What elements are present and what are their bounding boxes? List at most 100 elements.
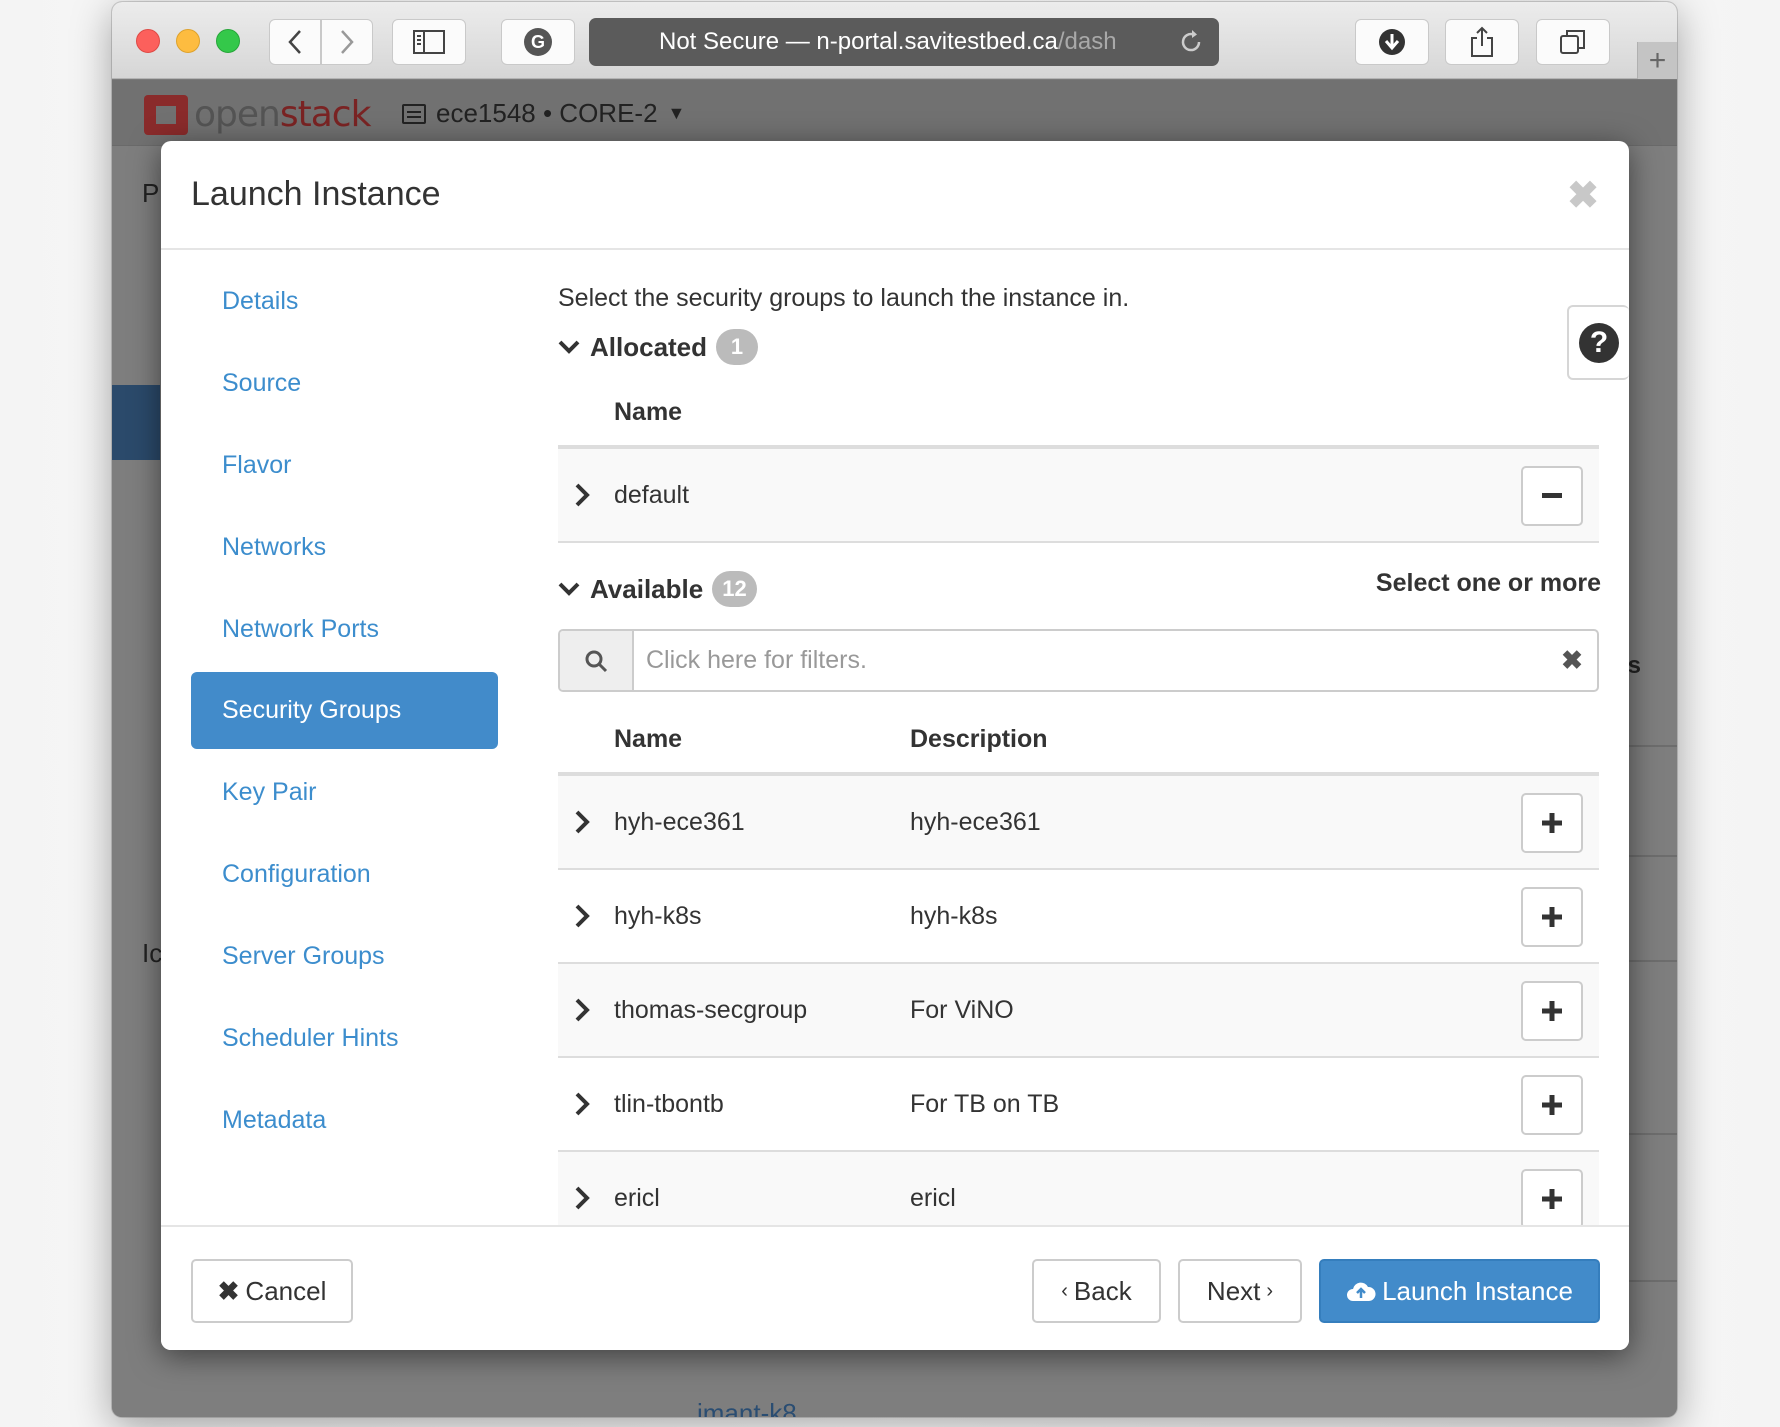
modal-header: Launch Instance ✖ [161, 141, 1629, 250]
sidebar-icon [413, 30, 445, 54]
add-button[interactable] [1521, 981, 1583, 1041]
cancel-label: Cancel [245, 1275, 327, 1306]
share-button[interactable] [1445, 19, 1519, 65]
row-name: ericl [614, 1183, 660, 1212]
chevron-right-icon[interactable] [574, 1185, 590, 1211]
row-name: hyh-ece361 [614, 807, 745, 836]
wizard-step-source[interactable]: Source [191, 345, 498, 422]
next-button[interactable]: Next › [1178, 1259, 1302, 1323]
available-label: Available [590, 573, 704, 604]
allocated-col-name: Name [614, 398, 683, 426]
chevron-left-icon [288, 30, 301, 54]
download-icon [1379, 29, 1405, 55]
forward-nav-button[interactable] [321, 19, 373, 65]
remove-button[interactable] [1521, 466, 1583, 526]
launch-instance-button[interactable]: Launch Instance [1319, 1259, 1600, 1323]
row-name: thomas-secgroup [614, 995, 808, 1024]
wizard-step-scheduler-hints[interactable]: Scheduler Hints [191, 1000, 498, 1077]
security-label: Not Secure — [659, 28, 810, 55]
available-count-badge: 12 [712, 571, 757, 607]
wizard-step-details[interactable]: Details [191, 263, 498, 340]
back-button[interactable]: ‹ Back [1032, 1259, 1161, 1323]
wizard-step-network-ports[interactable]: Network Ports [191, 591, 498, 668]
project-list-icon [402, 103, 426, 124]
allocated-section-toggle[interactable]: Allocated 1 [558, 329, 759, 365]
add-button[interactable] [1521, 887, 1583, 947]
logo-text-suffix: stack [279, 94, 372, 135]
grammarly-icon: G [524, 28, 552, 56]
chevron-right-icon[interactable] [574, 809, 590, 835]
background-page-title: P [142, 178, 160, 208]
wizard-step-server-groups[interactable]: Server Groups [191, 918, 498, 995]
available-col-name: Name [614, 725, 683, 753]
chevron-right-icon[interactable] [574, 482, 590, 508]
address-bar[interactable]: Not Secure — n-portal.savitestbed.ca/das… [589, 18, 1219, 66]
wizard-step-security-groups[interactable]: Security Groups [191, 672, 498, 750]
wizard-step-key-pair[interactable]: Key Pair [191, 754, 498, 831]
address-path: /dash [1057, 28, 1117, 55]
address-host: n-portal.savitestbed.ca [816, 28, 1058, 55]
chevron-down-icon [558, 582, 580, 596]
security-groups-panel: Select the security groups to launch the… [558, 251, 1601, 1250]
background-instance-link[interactable]: imant-k8 [697, 1398, 797, 1417]
close-icon[interactable]: ✖ [1567, 173, 1599, 218]
svg-text:G: G [531, 32, 545, 52]
cloud-upload-icon [1347, 1282, 1376, 1301]
openstack-logo-icon [144, 94, 188, 135]
allocated-count-badge: 1 [716, 329, 759, 365]
add-button[interactable] [1521, 1075, 1583, 1135]
add-button[interactable] [1521, 1169, 1583, 1229]
close-window-button[interactable] [136, 29, 160, 53]
modal-title: Launch Instance [191, 175, 441, 213]
next-label: Next [1206, 1275, 1261, 1306]
reload-icon[interactable] [1177, 28, 1205, 56]
chevron-down-icon [558, 340, 580, 354]
row-description: For TB on TB [910, 1089, 1060, 1118]
minimize-window-button[interactable] [176, 29, 200, 53]
tabs-overview-button[interactable] [1536, 19, 1610, 65]
allocated-label: Allocated [590, 331, 708, 362]
back-nav-button[interactable] [269, 19, 321, 65]
select-hint: Select one or more [1375, 569, 1601, 597]
back-label: Back [1073, 1275, 1132, 1306]
row-name: hyh-k8s [614, 901, 702, 930]
cancel-button[interactable]: ✖ Cancel [191, 1259, 353, 1323]
available-section-toggle[interactable]: Available 12 [558, 571, 757, 607]
launch-instance-label: Launch Instance [1382, 1275, 1573, 1306]
close-icon: ✖ [217, 1275, 240, 1306]
wizard-step-networks[interactable]: Networks [191, 509, 498, 586]
table-row: hyh-ece361 hyh-ece361 [558, 776, 1599, 870]
plus-icon [1542, 907, 1562, 927]
intro-text: Select the security groups to launch the… [558, 284, 1130, 312]
row-name: tlin-tbontb [614, 1089, 724, 1118]
plus-icon [1542, 813, 1562, 833]
available-col-description: Description [910, 725, 1048, 753]
add-button[interactable] [1521, 793, 1583, 853]
wizard-step-configuration[interactable]: Configuration [191, 836, 498, 913]
downloads-button[interactable] [1355, 19, 1429, 65]
logo-text-prefix: open [194, 94, 281, 135]
wizard-nav: Details Source Flavor Networks Network P… [191, 263, 498, 1164]
wizard-step-flavor[interactable]: Flavor [191, 427, 498, 504]
openstack-logo[interactable]: openstack [144, 94, 372, 135]
browser-toolbar: G Not Secure — n-portal.savitestbed.ca/d… [112, 2, 1677, 79]
plus-icon [1542, 1189, 1562, 1209]
filter-input[interactable] [634, 631, 1547, 690]
tabs-icon [1560, 30, 1585, 54]
sidebar-toggle-button[interactable] [392, 19, 466, 65]
share-icon [1471, 26, 1493, 57]
clear-filter-icon[interactable]: ✖ [1547, 631, 1597, 690]
chevron-right-icon[interactable] [574, 997, 590, 1023]
new-tab-button[interactable]: + [1637, 42, 1677, 79]
filter-search-addon [560, 631, 634, 690]
allocated-row: default [558, 449, 1599, 543]
minus-icon [1542, 493, 1562, 498]
background-sidebar-active [112, 385, 160, 460]
table-row: thomas-secgroup For ViNO [558, 964, 1599, 1058]
chevron-right-icon[interactable] [574, 1091, 590, 1117]
table-row: hyh-k8s hyh-k8s [558, 870, 1599, 964]
zoom-window-button[interactable] [216, 29, 240, 53]
wizard-step-metadata[interactable]: Metadata [191, 1082, 498, 1159]
grammarly-extension-button[interactable]: G [501, 19, 575, 65]
chevron-right-icon[interactable] [574, 903, 590, 929]
